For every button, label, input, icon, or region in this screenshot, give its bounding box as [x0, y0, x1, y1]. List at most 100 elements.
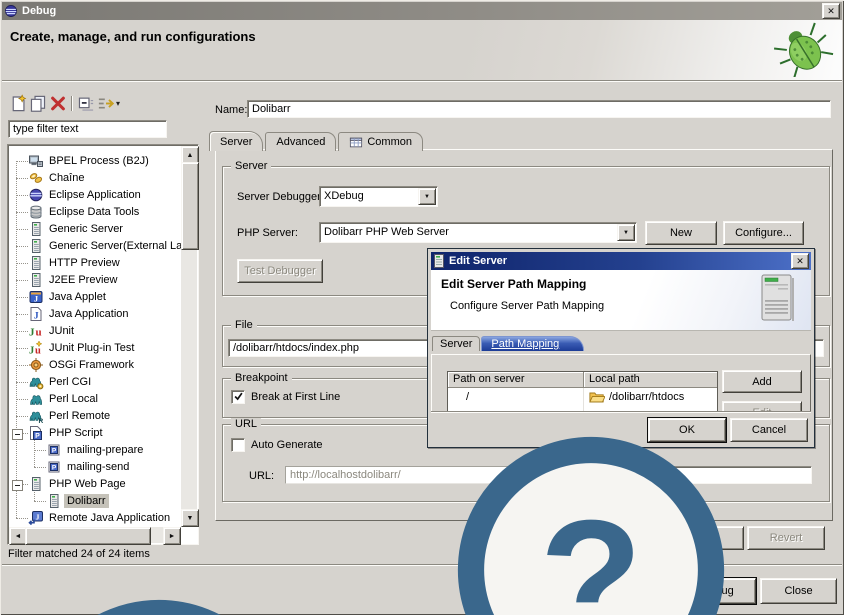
php-server-select[interactable]: Dolibarr PHP Web Server ▼ — [319, 222, 637, 243]
svg-text:J: J — [36, 512, 40, 521]
tab-common[interactable]: Common — [338, 132, 423, 151]
bpel-icon — [28, 153, 44, 169]
close-button[interactable]: Close — [760, 578, 837, 604]
new-server-button[interactable]: New — [645, 221, 717, 245]
name-input[interactable]: Dolibarr — [247, 100, 831, 118]
checkmark-icon — [233, 391, 244, 402]
server-debugger-select[interactable]: XDebug ▼ — [319, 186, 438, 207]
configure-server-button[interactable]: Configure... — [723, 221, 804, 245]
tree-item-eclipse-application[interactable]: Eclipse Application — [9, 187, 181, 204]
tree-item-j2ee-preview[interactable]: J2EE Preview — [9, 272, 181, 289]
server-icon — [46, 493, 62, 509]
tree-item-label: Perl CGI — [46, 375, 94, 389]
delete-configuration-button[interactable] — [48, 94, 68, 113]
tree-item-dolibarr[interactable]: Dolibarr — [9, 493, 181, 510]
tree-item-label: OSGi Framework — [46, 358, 137, 372]
tree-item-perl-cgi[interactable]: Perl CGI — [9, 374, 181, 391]
server-debugger-value: XDebug — [324, 190, 417, 202]
auto-generate-label: Auto Generate — [251, 439, 323, 451]
tab-common-label: Common — [367, 136, 412, 148]
tree-item-eclipse-data-tools[interactable]: Eclipse Data Tools — [9, 204, 181, 221]
tree-item-mailing-prepare[interactable]: Pmailing-prepare — [9, 442, 181, 459]
tree-item-perl-local[interactable]: Perl Local — [9, 391, 181, 408]
edit-server-heading: Edit Server Path Mapping — [441, 277, 586, 291]
combo-arrow-icon[interactable]: ▼ — [418, 188, 436, 205]
tree-item-bpel-process-b2j[interactable]: BPEL Process (B2J) — [9, 153, 181, 170]
tree-item-http-preview[interactable]: HTTP Preview — [9, 255, 181, 272]
tree-item-label: Chaîne — [46, 171, 87, 185]
tree-item-label: JUnit — [46, 324, 77, 338]
tree-item-junit-plug-in-test[interactable]: JuJUnit Plug-in Test — [9, 340, 181, 357]
tree-item-php-script[interactable]: PPHP Script — [9, 425, 181, 442]
scroll-down-button[interactable]: ▼ — [181, 509, 199, 527]
path-mapping-row[interactable]: //dolibarr/htdocs — [448, 388, 717, 405]
filter-menu-caret-icon[interactable]: ▾ — [116, 99, 120, 108]
new-configuration-button[interactable] — [8, 94, 28, 113]
edit-server-close-button[interactable]: ✕ — [791, 253, 809, 269]
edit-server-title: Edit Server — [449, 255, 791, 267]
tab-advanced[interactable]: Advanced — [265, 132, 336, 151]
dialog-help-button[interactable]: ? — [441, 420, 741, 615]
tree-connector — [16, 178, 28, 179]
tree-hscrollbar[interactable]: ◄ ► — [9, 527, 181, 543]
name-label: Name: — [215, 104, 247, 116]
tree-item-label: Dolibarr — [64, 494, 109, 508]
tree-item-junit[interactable]: JuJUnit — [9, 323, 181, 340]
tree-connector — [16, 416, 28, 417]
ok-button[interactable]: OK — [648, 418, 726, 442]
col-path-on-server[interactable]: Path on server — [448, 372, 584, 388]
tree-item-remote-java-application[interactable]: J Remote Java Application — [9, 510, 181, 527]
tab-server-label: Server — [220, 136, 252, 148]
hscroll-thumb[interactable] — [25, 527, 151, 545]
tree-item-generic-server-external-la[interactable]: Generic Server(External La — [9, 238, 181, 255]
dialog-tab-path-mapping[interactable]: Path Mapping — [481, 336, 584, 351]
config-tree[interactable]: BPEL Process (B2J) Chaîne Eclipse Applicat… — [7, 144, 199, 545]
name-input-text: Dolibarr — [252, 103, 827, 115]
tree-item-perl-remote[interactable]: RPerl Remote — [9, 408, 181, 425]
svg-text:J: J — [34, 311, 39, 321]
combo-arrow-icon[interactable]: ▼ — [617, 224, 635, 241]
collapse-all-button[interactable] — [76, 94, 96, 113]
test-debugger-button[interactable]: Test Debugger — [237, 259, 323, 283]
col-local-path[interactable]: Local path — [584, 372, 717, 388]
tree-item-label: Generic Server — [46, 222, 126, 236]
tree-item-java-applet[interactable]: JJava Applet — [9, 289, 181, 306]
tree-connector — [16, 365, 28, 366]
revert-button[interactable]: Revert — [747, 526, 825, 550]
collapse-expander-icon[interactable] — [12, 480, 23, 491]
filter-input[interactable]: type filter text — [8, 120, 167, 138]
remote-java-icon: J — [28, 510, 44, 526]
collapse-expander-icon[interactable] — [12, 429, 23, 440]
tree-item-java-application[interactable]: JJava Application — [9, 306, 181, 323]
cancel-button[interactable]: Cancel — [730, 418, 808, 442]
config-tabs: Server Advanced Common — [209, 131, 425, 151]
launch-toolbar: ▾ — [8, 94, 120, 113]
php-server-label: PHP Server: — [237, 227, 298, 239]
duplicate-configuration-button[interactable] — [28, 94, 48, 113]
tree-connector — [34, 467, 46, 468]
vscroll-thumb[interactable] — [181, 162, 199, 250]
tree-item-label: PHP Script — [46, 426, 106, 440]
tree-item-label: Remote Java Application — [46, 511, 173, 525]
break-first-line-checkbox[interactable] — [231, 390, 245, 404]
tree-item-mailing-send[interactable]: Pmailing-send — [9, 459, 181, 476]
server-group-title: Server — [231, 160, 271, 172]
scroll-right-button[interactable]: ► — [163, 527, 181, 545]
tree-item-generic-server[interactable]: Generic Server — [9, 221, 181, 238]
tree-item-osgi-framework[interactable]: OSGi Framework — [9, 357, 181, 374]
add-mapping-button[interactable]: Add — [722, 370, 802, 393]
tree-item-label: BPEL Process (B2J) — [46, 154, 152, 168]
filter-status: Filter matched 24 of 24 items — [8, 548, 150, 560]
tree-item-label: PHP Web Page — [46, 477, 129, 491]
tree-item-php-web-page[interactable]: PHP Web Page — [9, 476, 181, 493]
edit-server-subheading: Configure Server Path Mapping — [450, 300, 604, 312]
help-button[interactable]: ? — [9, 583, 309, 615]
tree-vscrollbar[interactable]: ▲ ▼ — [181, 146, 197, 527]
dialog-tab-server[interactable]: Server — [432, 336, 480, 351]
auto-generate-checkbox[interactable] — [231, 438, 245, 452]
window-close-button[interactable]: ✕ — [822, 3, 840, 19]
tab-server[interactable]: Server — [209, 131, 263, 151]
svg-text:J: J — [29, 327, 35, 339]
filter-button[interactable] — [96, 94, 116, 113]
tree-item-cha-ne[interactable]: Chaîne — [9, 170, 181, 187]
